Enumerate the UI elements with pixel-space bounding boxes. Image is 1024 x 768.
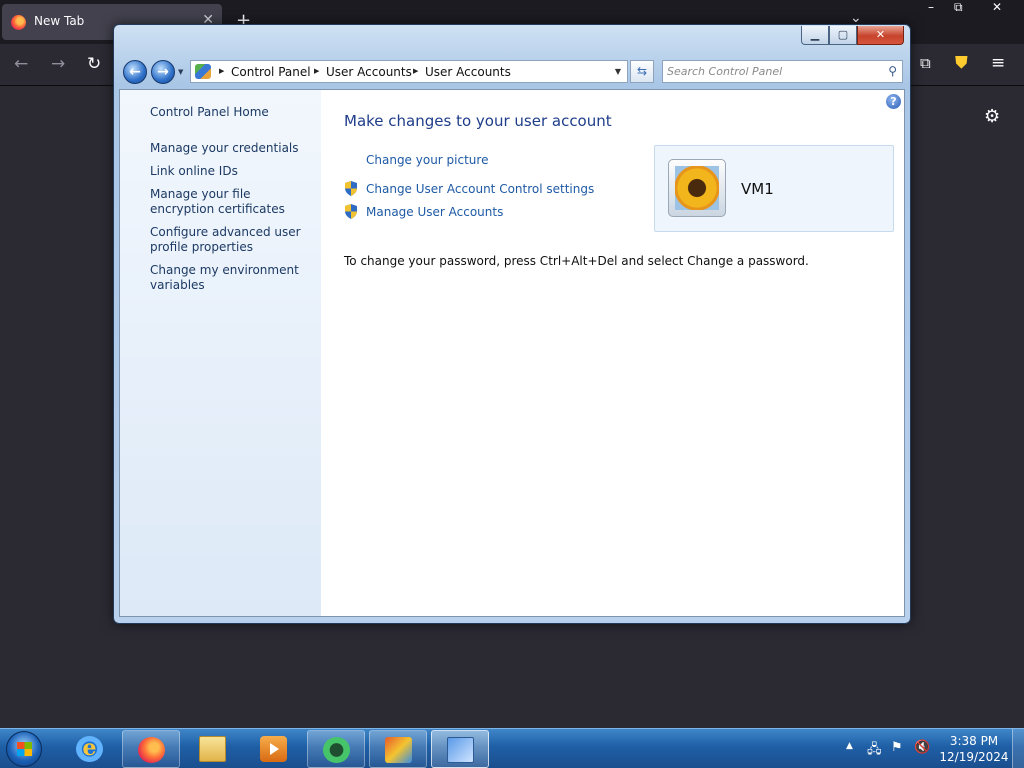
app-icon xyxy=(323,737,350,763)
browser-tab-title: New Tab xyxy=(34,14,85,28)
password-note: To change your password, press Ctrl+Alt+… xyxy=(344,254,809,268)
refresh-button[interactable]: ⇆ xyxy=(630,60,654,83)
avatar[interactable] xyxy=(668,159,726,217)
chevron-right-icon[interactable]: ▶ xyxy=(219,67,224,75)
close-button[interactable]: ✕ xyxy=(857,26,904,45)
control-panel-window: ▁ ▢ ✕ ← → ▼ ▶ Control Panel ▶ User Accou… xyxy=(113,24,911,624)
sidebar-item-environment-variables[interactable]: Change my environment variables xyxy=(150,263,310,293)
clock-date[interactable]: 12/19/2024 xyxy=(938,750,1010,764)
shield-extension-icon[interactable]: ⛊ xyxy=(955,53,968,73)
media-player-icon xyxy=(260,736,287,762)
windows-logo-icon xyxy=(17,742,32,756)
search-icon[interactable]: ⚲ xyxy=(888,64,897,78)
extensions-icon[interactable]: ⧉ xyxy=(920,54,931,72)
taskbar-firefox[interactable] xyxy=(122,730,180,768)
sidebar-item-file-encryption[interactable]: Manage your file encryption certificates xyxy=(150,187,310,217)
minimize-button[interactable]: ▁ xyxy=(801,26,829,45)
manage-user-accounts-link[interactable]: Manage User Accounts xyxy=(366,205,503,219)
taskbar-control-panel[interactable] xyxy=(431,730,489,768)
back-arrow-icon[interactable]: ← xyxy=(14,54,28,74)
back-button[interactable]: ← xyxy=(123,60,147,84)
taskbar-media-player[interactable] xyxy=(245,730,303,768)
forward-arrow-icon[interactable]: → xyxy=(51,54,65,74)
change-picture-link[interactable]: Change your picture xyxy=(366,153,488,167)
chevron-down-icon[interactable]: ▼ xyxy=(615,67,621,76)
internet-explorer-icon: e xyxy=(76,736,103,762)
breadcrumb-user-accounts[interactable]: User Accounts xyxy=(326,65,412,79)
action-center-flag-icon[interactable]: ⚑ xyxy=(891,740,903,755)
browser-close-icon[interactable]: ✕ xyxy=(992,0,1002,14)
browser-window-controls: – ⧉ ✕ xyxy=(918,0,1024,18)
user-name: VM1 xyxy=(741,180,774,198)
taskbar-explorer[interactable] xyxy=(184,730,242,768)
recent-pages-chevron-icon[interactable]: ▼ xyxy=(178,68,183,76)
clock-time[interactable]: 3:38 PM xyxy=(944,734,1004,748)
reload-icon[interactable]: ↻ xyxy=(87,54,101,74)
sidebar: Control Panel Home Manage your credentia… xyxy=(120,90,321,616)
sidebar-item-control-panel-home[interactable]: Control Panel Home xyxy=(150,105,310,120)
chevron-right-icon[interactable]: ▶ xyxy=(314,67,319,75)
browser-restore-icon[interactable]: ⧉ xyxy=(954,0,963,15)
sidebar-item-link-online-ids[interactable]: Link online IDs xyxy=(150,164,310,179)
firefox-icon xyxy=(138,737,165,763)
control-panel-icon xyxy=(447,737,474,763)
folder-icon xyxy=(199,736,226,762)
address-bar[interactable]: ▶ Control Panel ▶ User Accounts ▶ User A… xyxy=(190,60,628,83)
sunflower-icon xyxy=(675,166,719,210)
page-title: Make changes to your user account xyxy=(344,112,612,130)
navigation-bar: ← → ▼ ▶ Control Panel ▶ User Accounts ▶ … xyxy=(114,55,910,89)
help-icon[interactable]: ? xyxy=(886,94,901,109)
breadcrumb-control-panel[interactable]: Control Panel xyxy=(231,65,311,79)
browser-minimize-icon[interactable]: – xyxy=(928,0,934,14)
taskbar-app[interactable] xyxy=(307,730,365,768)
control-panel-content: Control Panel Home Manage your credentia… xyxy=(119,89,905,617)
gear-icon[interactable]: ⚙ xyxy=(984,106,1000,127)
taskbar-internet-explorer[interactable]: e xyxy=(61,730,119,768)
sidebar-item-manage-credentials[interactable]: Manage your credentials xyxy=(150,141,310,156)
sidebar-item-advanced-profile[interactable]: Configure advanced user profile properti… xyxy=(150,225,310,255)
uac-shield-icon xyxy=(345,181,357,196)
menu-icon[interactable]: ≡ xyxy=(991,53,1005,73)
network-icon[interactable]: 🖧 xyxy=(867,740,882,762)
show-desktop-button[interactable] xyxy=(1012,729,1024,768)
taskbar-installer[interactable] xyxy=(369,730,427,768)
user-account-tile: VM1 xyxy=(654,145,894,232)
search-box[interactable]: ⚲ xyxy=(662,60,903,83)
installer-icon xyxy=(385,737,412,763)
chevron-right-icon[interactable]: ▶ xyxy=(413,67,418,75)
show-hidden-icons-button[interactable]: ▲ xyxy=(846,741,853,751)
control-panel-icon xyxy=(195,64,211,79)
maximize-button[interactable]: ▢ xyxy=(829,26,857,45)
breadcrumb-user-accounts-current[interactable]: User Accounts xyxy=(425,65,511,79)
uac-settings-link[interactable]: Change User Account Control settings xyxy=(366,182,594,196)
taskbar: e ▲ 🖧 ⚑ 🔇 3:38 PM 12/19/2024 xyxy=(0,728,1024,768)
volume-muted-icon[interactable]: 🔇 xyxy=(914,740,930,755)
forward-button[interactable]: → xyxy=(151,60,175,84)
search-input[interactable] xyxy=(667,63,877,80)
uac-shield-icon xyxy=(345,204,357,219)
firefox-icon xyxy=(11,15,26,30)
start-button[interactable] xyxy=(6,731,42,767)
